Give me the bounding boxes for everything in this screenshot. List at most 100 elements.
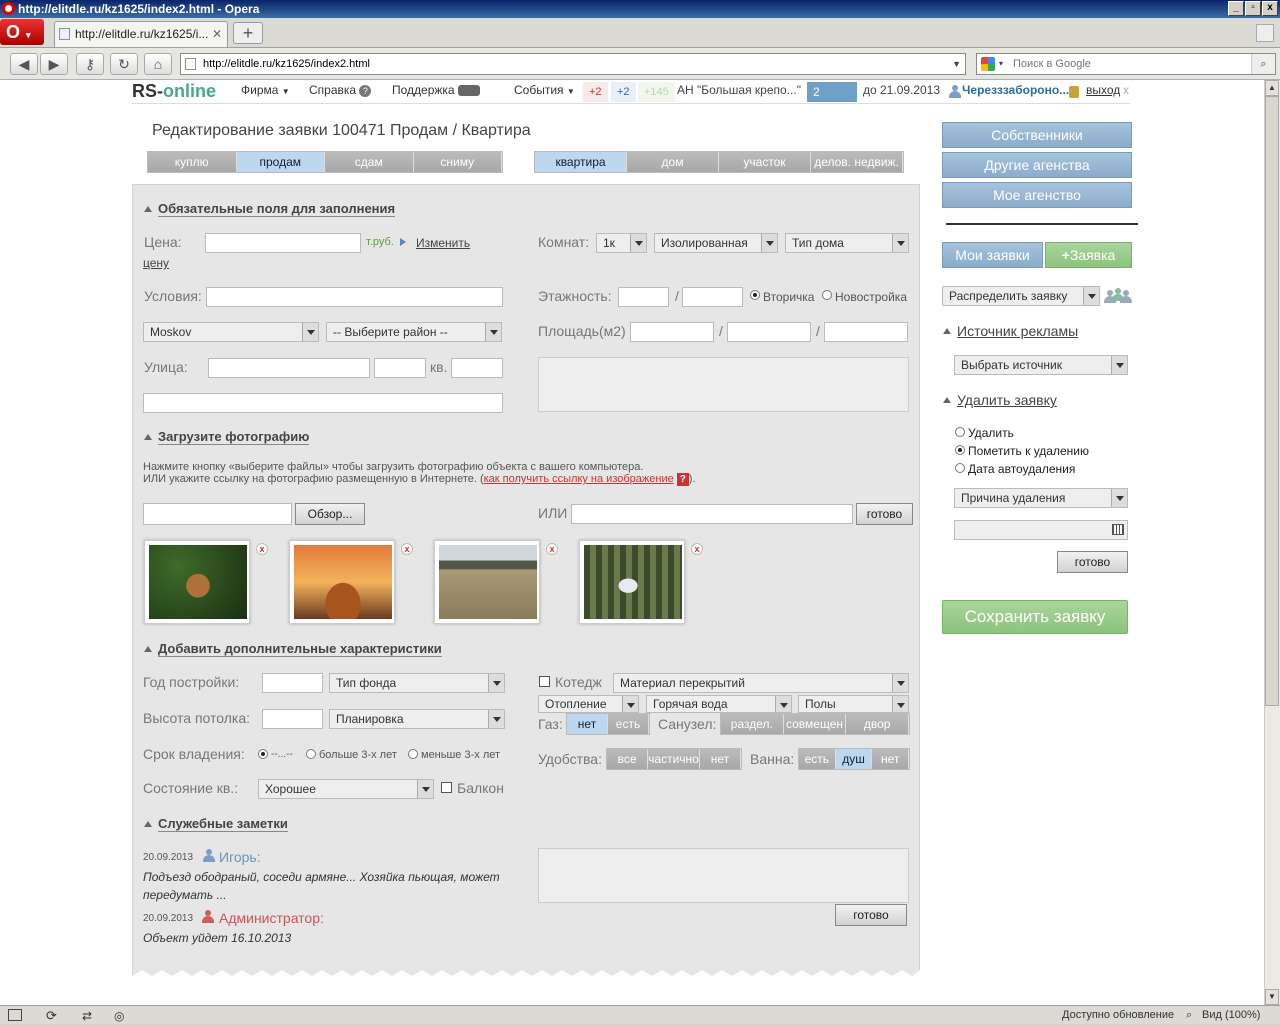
wand-key-button[interactable]: ⚷ [76, 53, 104, 75]
other-agencies-button[interactable]: Другие агенства [942, 152, 1132, 178]
badge-green[interactable]: +145 [638, 82, 675, 102]
how-to-get-link[interactable]: как получить ссылку на изображение [484, 473, 674, 485]
file-input[interactable] [143, 503, 292, 525]
balance-badge[interactable]: 2 340р. [807, 82, 857, 119]
delete-request-title[interactable]: Удалить заявку [957, 392, 1057, 408]
delete-photo-icon[interactable]: x [691, 543, 703, 555]
heating-select[interactable]: Отопление [538, 695, 639, 713]
bath-option-1[interactable]: совмещен [783, 714, 847, 734]
menu-support[interactable]: Поддержка [392, 83, 480, 97]
photo-thumb-2[interactable] [289, 540, 395, 624]
amenities-option-2[interactable]: нет [699, 749, 741, 769]
floor-input[interactable] [618, 287, 669, 307]
district-select[interactable]: -- Выберите район -- [326, 322, 502, 342]
rooms-select[interactable]: 1к [596, 233, 647, 253]
reload-button[interactable]: ↻ [110, 53, 138, 75]
area-living-input[interactable] [727, 322, 811, 342]
collapse-triangle-icon[interactable] [144, 821, 152, 827]
tab-deal-2[interactable]: сдам [325, 152, 414, 172]
badge-red[interactable]: +2 [583, 82, 608, 102]
tub-option-0[interactable]: есть [799, 749, 836, 769]
address-bar[interactable]: http://elitdle.ru/kz1625/index2.html ▼ [180, 53, 966, 75]
total-floors-input[interactable] [682, 287, 743, 307]
hot-water-select[interactable]: Горячая вода [646, 695, 792, 713]
scroll-up-icon[interactable]: ▲ [1265, 80, 1279, 96]
collapse-triangle-icon[interactable] [943, 328, 951, 334]
tub-option-2[interactable]: нет [872, 749, 910, 769]
cottage-checkbox[interactable] [539, 676, 550, 687]
agency-name[interactable]: АН "Большая крепо..." [677, 83, 801, 97]
browse-button[interactable]: Обзор... [295, 503, 365, 525]
search-icon[interactable]: ⌕ [1251, 54, 1275, 74]
city-select[interactable]: Moskov [143, 322, 319, 342]
home-button[interactable]: ⌂ [144, 53, 172, 75]
amenities-option-1[interactable]: частично [648, 749, 700, 769]
bath-option-0[interactable]: раздел. [721, 714, 784, 734]
close-window-button[interactable]: x [1262, 1, 1278, 16]
floors-select[interactable]: Полы [798, 695, 909, 713]
calendar-icon[interactable] [1112, 524, 1124, 535]
ad-source-select[interactable]: Выбрать источник [954, 355, 1128, 375]
change-price-link-2[interactable]: цену [143, 256, 169, 270]
maximize-button[interactable]: ▫ [1245, 1, 1261, 16]
collapse-triangle-icon[interactable] [943, 397, 951, 403]
update-available-text[interactable]: Доступно обновление [1062, 1006, 1174, 1024]
distribute-select[interactable]: Распределить заявку [942, 286, 1100, 306]
ownership-radio-less3[interactable] [408, 749, 418, 759]
photo-url-input[interactable] [571, 504, 853, 524]
rooms-type-select[interactable]: Изолированная [654, 233, 778, 253]
panel-toggle-icon[interactable] [8, 1009, 22, 1021]
ad-source-title[interactable]: Источник рекламы [957, 323, 1078, 339]
note-2-author[interactable]: Администратор: [219, 910, 324, 926]
tab-deal-3[interactable]: сниму [413, 152, 502, 172]
my-requests-button[interactable]: Мои заявки [942, 242, 1043, 268]
new-request-button[interactable]: +Заявка [1045, 242, 1132, 268]
house-type-select[interactable]: Тип дома [785, 233, 909, 253]
google-icon[interactable] [981, 57, 995, 71]
delete-reason-select[interactable]: Причина удаления [954, 488, 1128, 508]
section-extra-title[interactable]: Добавить дополнительные характеристики [158, 641, 442, 657]
mark-delete-radio[interactable] [955, 445, 965, 455]
fund-type-select[interactable]: Тип фонда [329, 673, 505, 693]
tub-option-1[interactable]: душ [835, 749, 873, 769]
description-textarea[interactable] [538, 357, 909, 412]
sync-icon[interactable]: ⟳ [46, 1007, 57, 1025]
autodelete-radio[interactable] [955, 463, 965, 473]
layout-select[interactable]: Планировка [329, 709, 505, 729]
zoom-level[interactable]: Вид (100%) [1202, 1006, 1260, 1024]
street-input[interactable] [208, 358, 370, 378]
balcony-checkbox[interactable] [441, 782, 452, 793]
new-note-textarea[interactable] [538, 848, 909, 903]
site-logo[interactable]: RS-online [132, 81, 216, 102]
forward-button[interactable]: ▶ [40, 53, 68, 75]
section-photos-title[interactable]: Загрузите фотографию [158, 429, 310, 445]
ownership-radio-none[interactable] [258, 749, 268, 759]
new-tab-button[interactable]: + [233, 22, 263, 44]
tab-deal-1[interactable]: продам [236, 152, 325, 172]
secondary-radio[interactable] [750, 290, 760, 300]
tab-deal-0[interactable]: куплю [148, 152, 237, 172]
state-select[interactable]: Хорошее [258, 779, 434, 799]
autodelete-date-input[interactable] [954, 520, 1128, 540]
gas-option-1[interactable]: есть [608, 714, 649, 734]
change-price-link[interactable]: Изменить [416, 236, 470, 250]
area-kitchen-input[interactable] [824, 322, 908, 342]
search-box[interactable]: ▾ Поиск в Google ⌕ [976, 53, 1276, 75]
help-icon[interactable]: ? [676, 473, 689, 486]
section-notes-title[interactable]: Служебные заметки [158, 816, 288, 832]
trash-icon[interactable] [1256, 24, 1274, 42]
group-users-icon[interactable] [1104, 288, 1132, 304]
opera-menu-button[interactable]: O ▾ [0, 19, 44, 45]
search-engine-dropdown-icon[interactable]: ▾ [999, 54, 1003, 74]
tab-type-3[interactable]: делов. недвиж. [811, 152, 903, 172]
current-user[interactable]: Черезззабороно... [962, 83, 1069, 97]
speed-dial-icon[interactable]: ◎ [114, 1007, 124, 1025]
delete-radio[interactable] [955, 427, 965, 437]
section-required-title[interactable]: Обязательные поля для заполнения [158, 201, 396, 217]
badge-blue[interactable]: +2 [611, 82, 636, 102]
conditions-input[interactable] [206, 287, 503, 307]
zoom-icon[interactable]: ⌕ [1186, 1006, 1192, 1024]
close-tab-icon[interactable]: ✕ [212, 22, 222, 46]
back-button[interactable]: ◀ [10, 53, 38, 75]
menu-help[interactable]: Справка ? [309, 83, 372, 97]
